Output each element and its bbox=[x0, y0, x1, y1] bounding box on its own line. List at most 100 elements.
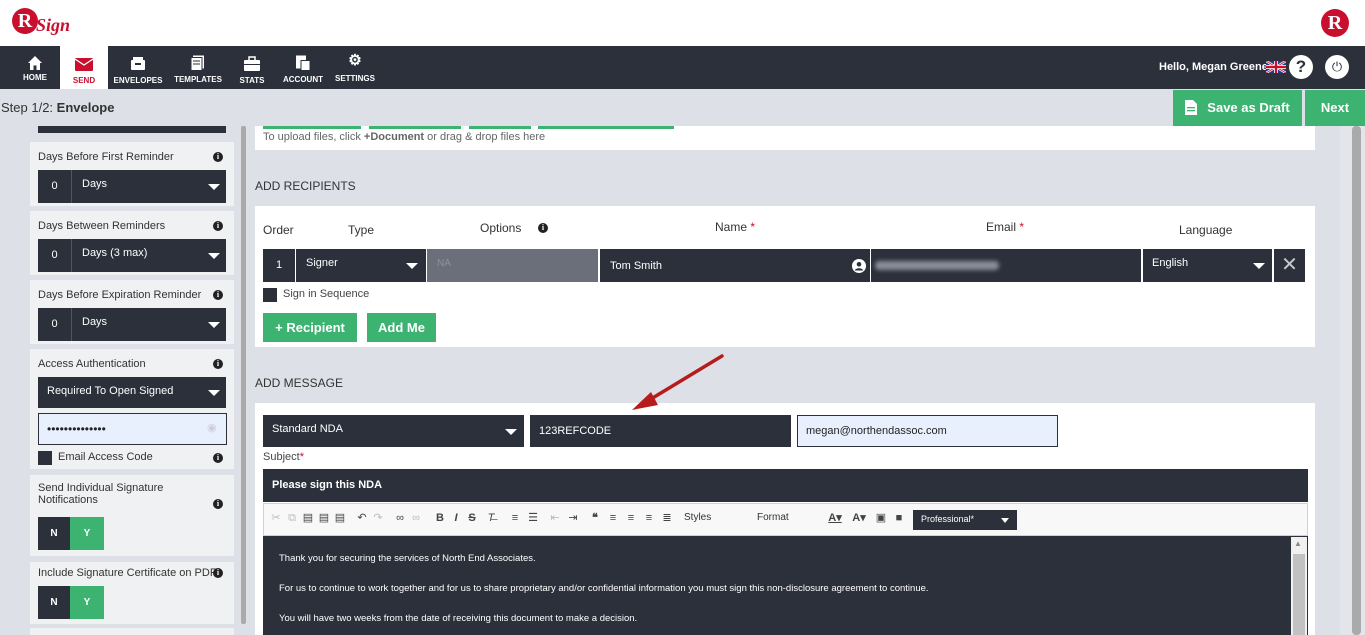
nav-templates[interactable]: TEMPLATES bbox=[170, 46, 226, 89]
undo-icon[interactable]: ↶ bbox=[356, 511, 368, 525]
nav-stats[interactable]: STATS bbox=[230, 46, 274, 89]
page-scrollbar[interactable] bbox=[1352, 126, 1361, 635]
power-icon[interactable]: ⏻ bbox=[1325, 55, 1349, 79]
sign-in-sequence-checkbox[interactable] bbox=[263, 288, 277, 302]
recipient-language-select[interactable]: English bbox=[1143, 249, 1272, 282]
image-icon[interactable]: ▣ bbox=[874, 511, 888, 525]
message-template-select[interactable]: Standard NDA bbox=[263, 415, 524, 447]
recipient-type-select[interactable]: Signer bbox=[296, 249, 426, 282]
info-icon[interactable]: i bbox=[213, 290, 223, 300]
remove-format-icon[interactable]: T̶ bbox=[484, 511, 498, 525]
italic-icon[interactable]: I bbox=[450, 511, 462, 525]
upload-hint-link[interactable]: +Document bbox=[364, 131, 424, 143]
expiration-reminder-label: Days Before Expiration Reminder bbox=[38, 289, 202, 301]
add-recipient-button[interactable]: + Recipient bbox=[263, 313, 357, 342]
nav-label: ENVELOPES bbox=[113, 76, 163, 85]
between-reminders-unit-select[interactable]: Days (3 max) bbox=[72, 239, 226, 272]
individual-notifications-yes-toggle[interactable]: Y bbox=[70, 517, 104, 550]
align-center-icon[interactable]: ≡ bbox=[624, 511, 638, 525]
save-draft-button[interactable]: Save as Draft bbox=[1173, 90, 1302, 126]
sidebar-scrollbar[interactable] bbox=[241, 126, 246, 624]
styles-dropdown[interactable]: Styles bbox=[684, 511, 744, 525]
reference-code-input[interactable]: 123REFCODE bbox=[530, 415, 791, 447]
between-reminders-label: Days Between Reminders bbox=[38, 220, 166, 232]
contact-icon[interactable] bbox=[852, 259, 866, 273]
email-access-code-checkbox[interactable] bbox=[38, 451, 52, 465]
sender-email-input[interactable]: megan@northendassoc.com bbox=[797, 415, 1058, 447]
copy-icon[interactable]: ⧉ bbox=[286, 511, 298, 525]
editor-scrollbar[interactable] bbox=[1293, 554, 1305, 635]
text-color-icon[interactable]: A▾ bbox=[826, 511, 844, 525]
info-icon[interactable]: i bbox=[213, 359, 223, 369]
blockquote-icon[interactable]: ❝ bbox=[588, 511, 602, 525]
add-me-button[interactable]: Add Me bbox=[367, 313, 436, 342]
message-body-editor[interactable]: Thank you for securing the services of N… bbox=[263, 536, 1308, 635]
unlink-icon[interactable]: ∞ bbox=[410, 511, 422, 525]
next-button[interactable]: Next bbox=[1305, 90, 1365, 126]
signature-cert-yes-toggle[interactable]: Y bbox=[70, 586, 104, 619]
next-label: Next bbox=[1320, 100, 1350, 115]
bold-icon[interactable]: B bbox=[434, 511, 446, 525]
align-left-icon[interactable]: ≡ bbox=[606, 511, 620, 525]
individual-notifications-no-toggle[interactable]: N bbox=[38, 517, 70, 550]
info-icon[interactable]: i bbox=[213, 499, 223, 509]
align-right-icon[interactable]: ≡ bbox=[642, 511, 656, 525]
help-icon[interactable]: ? bbox=[1289, 55, 1313, 79]
subject-input[interactable]: Please sign this NDA bbox=[263, 469, 1308, 502]
step-bar: Step 1/2: Envelope Save as Draft Next bbox=[0, 89, 1365, 126]
between-reminders-value[interactable]: 0 bbox=[38, 239, 72, 272]
info-icon[interactable]: i bbox=[213, 568, 223, 578]
theme-select[interactable]: Professional* bbox=[913, 510, 1017, 530]
first-reminder-unit: Days bbox=[82, 178, 108, 190]
cut-icon[interactable]: ✂ bbox=[270, 511, 282, 525]
nav-label: HOME bbox=[23, 73, 47, 82]
nav-settings[interactable]: ⚙ SETTINGS bbox=[332, 46, 378, 89]
first-reminder-unit-select[interactable]: Days bbox=[72, 170, 226, 203]
outdent-icon[interactable]: ⇤ bbox=[548, 511, 562, 525]
numbered-list-icon[interactable]: ≡ bbox=[508, 511, 522, 525]
signature-cert-no-toggle[interactable]: N bbox=[38, 586, 70, 619]
user-greeting[interactable]: Hello, Megan Greene bbox=[1159, 61, 1268, 73]
app-logo[interactable]: R Sign bbox=[12, 8, 72, 35]
info-icon[interactable]: i bbox=[213, 152, 223, 162]
chevron-down-icon bbox=[208, 322, 220, 328]
remove-recipient-close-icon[interactable]: ✕ bbox=[1274, 249, 1305, 282]
recipient-name: Tom Smith bbox=[610, 260, 662, 272]
redo-icon[interactable]: ↷ bbox=[372, 511, 384, 525]
justify-icon[interactable]: ≣ bbox=[660, 511, 674, 525]
stamp-icon[interactable]: ■ bbox=[892, 511, 906, 525]
recipient-email-input[interactable] bbox=[871, 249, 1141, 282]
col-email: Email * bbox=[986, 220, 1024, 234]
scroll-up-icon[interactable]: ▲ bbox=[1294, 539, 1302, 548]
background-color-icon[interactable]: A▾ bbox=[850, 511, 868, 525]
paste-icon[interactable]: ▤ bbox=[302, 511, 314, 525]
nav-send[interactable]: SEND bbox=[60, 46, 108, 89]
paste-text-icon[interactable]: ▤ bbox=[318, 511, 330, 525]
access-code-password-input[interactable]: •••••••••••••• ◉ bbox=[38, 413, 227, 445]
expiration-reminder-value[interactable]: 0 bbox=[38, 308, 72, 341]
nav-account[interactable]: ACCOUNT bbox=[278, 46, 328, 89]
col-name-label: Name bbox=[715, 220, 748, 234]
info-icon[interactable]: i bbox=[538, 223, 548, 233]
bulleted-list-icon[interactable]: ☰ bbox=[526, 511, 540, 525]
info-icon[interactable]: i bbox=[213, 221, 223, 231]
uk-flag-icon[interactable] bbox=[1266, 61, 1286, 73]
eye-icon[interactable]: ◉ bbox=[207, 421, 217, 434]
format-dropdown[interactable]: Format bbox=[757, 511, 817, 525]
expiration-reminder-unit-select[interactable]: Days bbox=[72, 308, 226, 341]
recipient-name-input[interactable]: Tom Smith bbox=[600, 249, 870, 282]
paste-word-icon[interactable]: ▤ bbox=[334, 511, 346, 525]
access-auth-select[interactable]: Required To Open Signed bbox=[38, 377, 226, 408]
access-auth-panel: Access Authentication i Required To Open… bbox=[30, 349, 234, 469]
nav-envelopes[interactable]: ENVELOPES bbox=[110, 46, 166, 89]
documents-card: To upload files, click +Document or drag… bbox=[255, 126, 1315, 150]
nav-home[interactable]: HOME bbox=[10, 46, 60, 89]
recipient-order[interactable]: 1 bbox=[263, 249, 295, 282]
info-icon[interactable]: i bbox=[213, 453, 223, 463]
first-reminder-value[interactable]: 0 bbox=[38, 170, 72, 203]
indent-icon[interactable]: ⇥ bbox=[566, 511, 580, 525]
chevron-down-icon bbox=[208, 253, 220, 259]
chevron-down-icon bbox=[208, 184, 220, 190]
link-icon[interactable]: ∞ bbox=[394, 511, 406, 525]
strikethrough-icon[interactable]: S bbox=[466, 511, 478, 525]
